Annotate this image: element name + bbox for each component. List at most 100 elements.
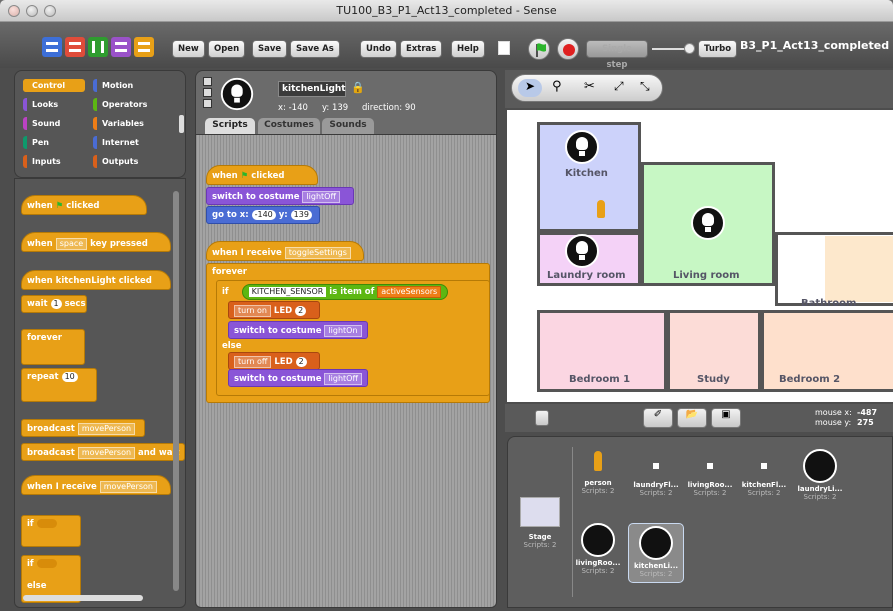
category-variables[interactable]: Variables	[93, 117, 155, 130]
sprite-item[interactable]: livingRoo... Scripts: 2	[682, 449, 738, 497]
cut-tool-icon[interactable]: ✂	[584, 79, 595, 94]
close-window-button[interactable]	[8, 5, 20, 17]
palette-if[interactable]: if	[21, 515, 81, 547]
condition-slot[interactable]	[36, 519, 57, 528]
help-button[interactable]: Help	[451, 40, 485, 58]
script-turn-on-led[interactable]: turn on LED 2	[228, 301, 320, 319]
sensor-input[interactable]: KITCHEN_SENSOR	[248, 287, 327, 297]
repeat-input[interactable]: 10	[61, 372, 78, 382]
living-light-bulb-icon[interactable]	[691, 206, 725, 240]
script-switch-costume-on[interactable]: switch to costume lightOn	[228, 321, 368, 339]
palette-scrollbar[interactable]	[173, 191, 179, 591]
costume-dropdown[interactable]: lightOff	[324, 373, 362, 385]
shrink-tool-icon[interactable]: ⤡	[640, 79, 650, 94]
list-dropdown[interactable]: activeSensors	[377, 286, 442, 298]
palette-broadcast-and-wait[interactable]: broadcast movePerson and wait	[21, 443, 185, 461]
sprite-item[interactable]: laundryLi... Scripts: 2	[792, 449, 848, 501]
palette-when-sprite-clicked[interactable]: when kitchenLight clicked	[21, 270, 171, 290]
category-looks[interactable]: Looks	[23, 98, 85, 111]
turbo-button[interactable]: Turbo	[698, 40, 738, 58]
palette-forever[interactable]: forever	[21, 329, 85, 365]
flip-style-icon[interactable]	[203, 88, 212, 97]
palette-hscrollbar[interactable]	[23, 595, 143, 601]
palette-broadcast[interactable]: broadcast movePerson	[21, 419, 145, 437]
wait-input[interactable]: 1	[50, 299, 62, 309]
tab-scripts[interactable]: Scripts	[205, 118, 255, 134]
condition-block[interactable]: KITCHEN_SENSOR is item of activeSensors	[241, 284, 449, 300]
category-inputs[interactable]: Inputs	[23, 155, 85, 168]
script-switch-costume[interactable]: switch to costume lightOff	[206, 187, 354, 205]
zoom-window-button[interactable]	[44, 5, 56, 17]
palette-wait-secs[interactable]: wait 1 secs	[21, 295, 87, 313]
sprite-item[interactable]: livingRoo... Scripts: 2	[570, 523, 626, 575]
minimize-window-button[interactable]	[26, 5, 38, 17]
script-go-to-xy[interactable]: go to x: -140 y: 139	[206, 206, 320, 224]
y-input[interactable]: 139	[290, 210, 312, 220]
stamp-tool-icon[interactable]: ⚲	[552, 79, 562, 94]
palette-when-flag-clicked[interactable]: when ⚑ clicked	[21, 195, 147, 215]
rotation-style-icon[interactable]	[203, 77, 212, 86]
new-button[interactable]: New	[172, 40, 205, 58]
palette-when-i-receive[interactable]: when I receive movePerson	[21, 475, 171, 495]
stop-button[interactable]	[557, 38, 579, 60]
grow-tool-icon[interactable]: ⤢	[614, 79, 624, 94]
save-as-button[interactable]: Save As	[290, 40, 340, 58]
script-when-flag-clicked[interactable]: when ⚑ clicked	[206, 165, 318, 185]
stage[interactable]: Kitchen Laundry room Living room Bathroo…	[507, 110, 893, 402]
presentation-mode-icon[interactable]	[535, 410, 549, 426]
lock-icon[interactable]: 🔒	[351, 81, 365, 94]
category-operators[interactable]: Operators	[93, 98, 155, 111]
script-turn-off-led[interactable]: turn off LED 2	[228, 352, 320, 370]
paint-sprite-icon[interactable]: ✐	[643, 408, 673, 428]
tab-costumes[interactable]: Costumes	[258, 118, 320, 134]
no-rotate-icon[interactable]	[203, 99, 212, 108]
random-sprite-icon[interactable]: ▣	[711, 408, 741, 428]
script-switch-costume-off[interactable]: switch to costume lightOff	[228, 369, 368, 387]
costume-dropdown[interactable]: lightOff	[302, 191, 340, 203]
single-step-button[interactable]: Single step	[586, 40, 648, 70]
palette-when-key-pressed[interactable]: when space key pressed	[21, 232, 171, 252]
action-dropdown[interactable]: turn on	[234, 305, 271, 317]
undo-button[interactable]: Undo	[360, 40, 397, 58]
category-internet[interactable]: Internet	[93, 136, 155, 149]
key-dropdown[interactable]: space	[55, 238, 88, 250]
stage-item[interactable]: Stage Scripts: 2	[512, 533, 568, 549]
sprite-item[interactable]: kitchenFl... Scripts: 2	[736, 449, 792, 497]
message-dropdown[interactable]: toggleSettings	[284, 247, 351, 259]
extras-button[interactable]: Extras	[400, 40, 443, 58]
costume-dropdown[interactable]: lightOn	[324, 325, 362, 337]
laundry-light-bulb-icon[interactable]	[565, 234, 599, 268]
green-flag-button[interactable]	[528, 38, 550, 60]
x-input[interactable]: -140	[251, 210, 276, 220]
receive-dropdown[interactable]: movePerson	[99, 481, 157, 493]
led-input[interactable]: 2	[295, 357, 307, 367]
sprite-item[interactable]: person Scripts: 2	[570, 449, 626, 495]
category-outputs[interactable]: Outputs	[93, 155, 155, 168]
category-scrollbar[interactable]	[179, 115, 184, 133]
save-button[interactable]: Save	[252, 40, 288, 58]
script-when-i-receive[interactable]: when I receive toggleSettings	[206, 241, 364, 261]
broadcast-wait-dropdown[interactable]: movePerson	[77, 447, 136, 459]
open-button[interactable]: Open	[208, 40, 246, 58]
category-pen[interactable]: Pen	[23, 136, 85, 149]
person-sprite-icon[interactable]	[597, 200, 605, 218]
script-area[interactable]: when ⚑ clicked switch to costume lightOf…	[195, 134, 497, 608]
tab-sounds[interactable]: Sounds	[322, 118, 374, 134]
sprite-name-field[interactable]: kitchenLight	[278, 81, 346, 97]
sprite-item[interactable]: laundryFl... Scripts: 2	[628, 449, 684, 497]
sprite-item[interactable]: kitchenLi... Scripts: 2	[628, 523, 684, 583]
action-dropdown[interactable]: turn off	[234, 356, 272, 368]
kitchen-light-bulb-icon[interactable]	[565, 130, 599, 164]
notes-icon[interactable]	[498, 41, 510, 55]
condition-slot[interactable]	[36, 559, 57, 568]
category-sound[interactable]: Sound	[23, 117, 85, 130]
stage-thumbnail[interactable]	[520, 497, 560, 527]
category-control[interactable]: Control	[23, 79, 85, 92]
choose-sprite-icon[interactable]: 📂	[677, 408, 707, 428]
arrow-tool-icon[interactable]: ➤	[518, 79, 542, 97]
broadcast-dropdown[interactable]: movePerson	[77, 423, 136, 435]
led-input[interactable]: 2	[295, 306, 307, 316]
category-motion[interactable]: Motion	[93, 79, 155, 92]
speed-slider-knob[interactable]	[684, 43, 695, 54]
palette-repeat[interactable]: repeat 10	[21, 368, 97, 402]
